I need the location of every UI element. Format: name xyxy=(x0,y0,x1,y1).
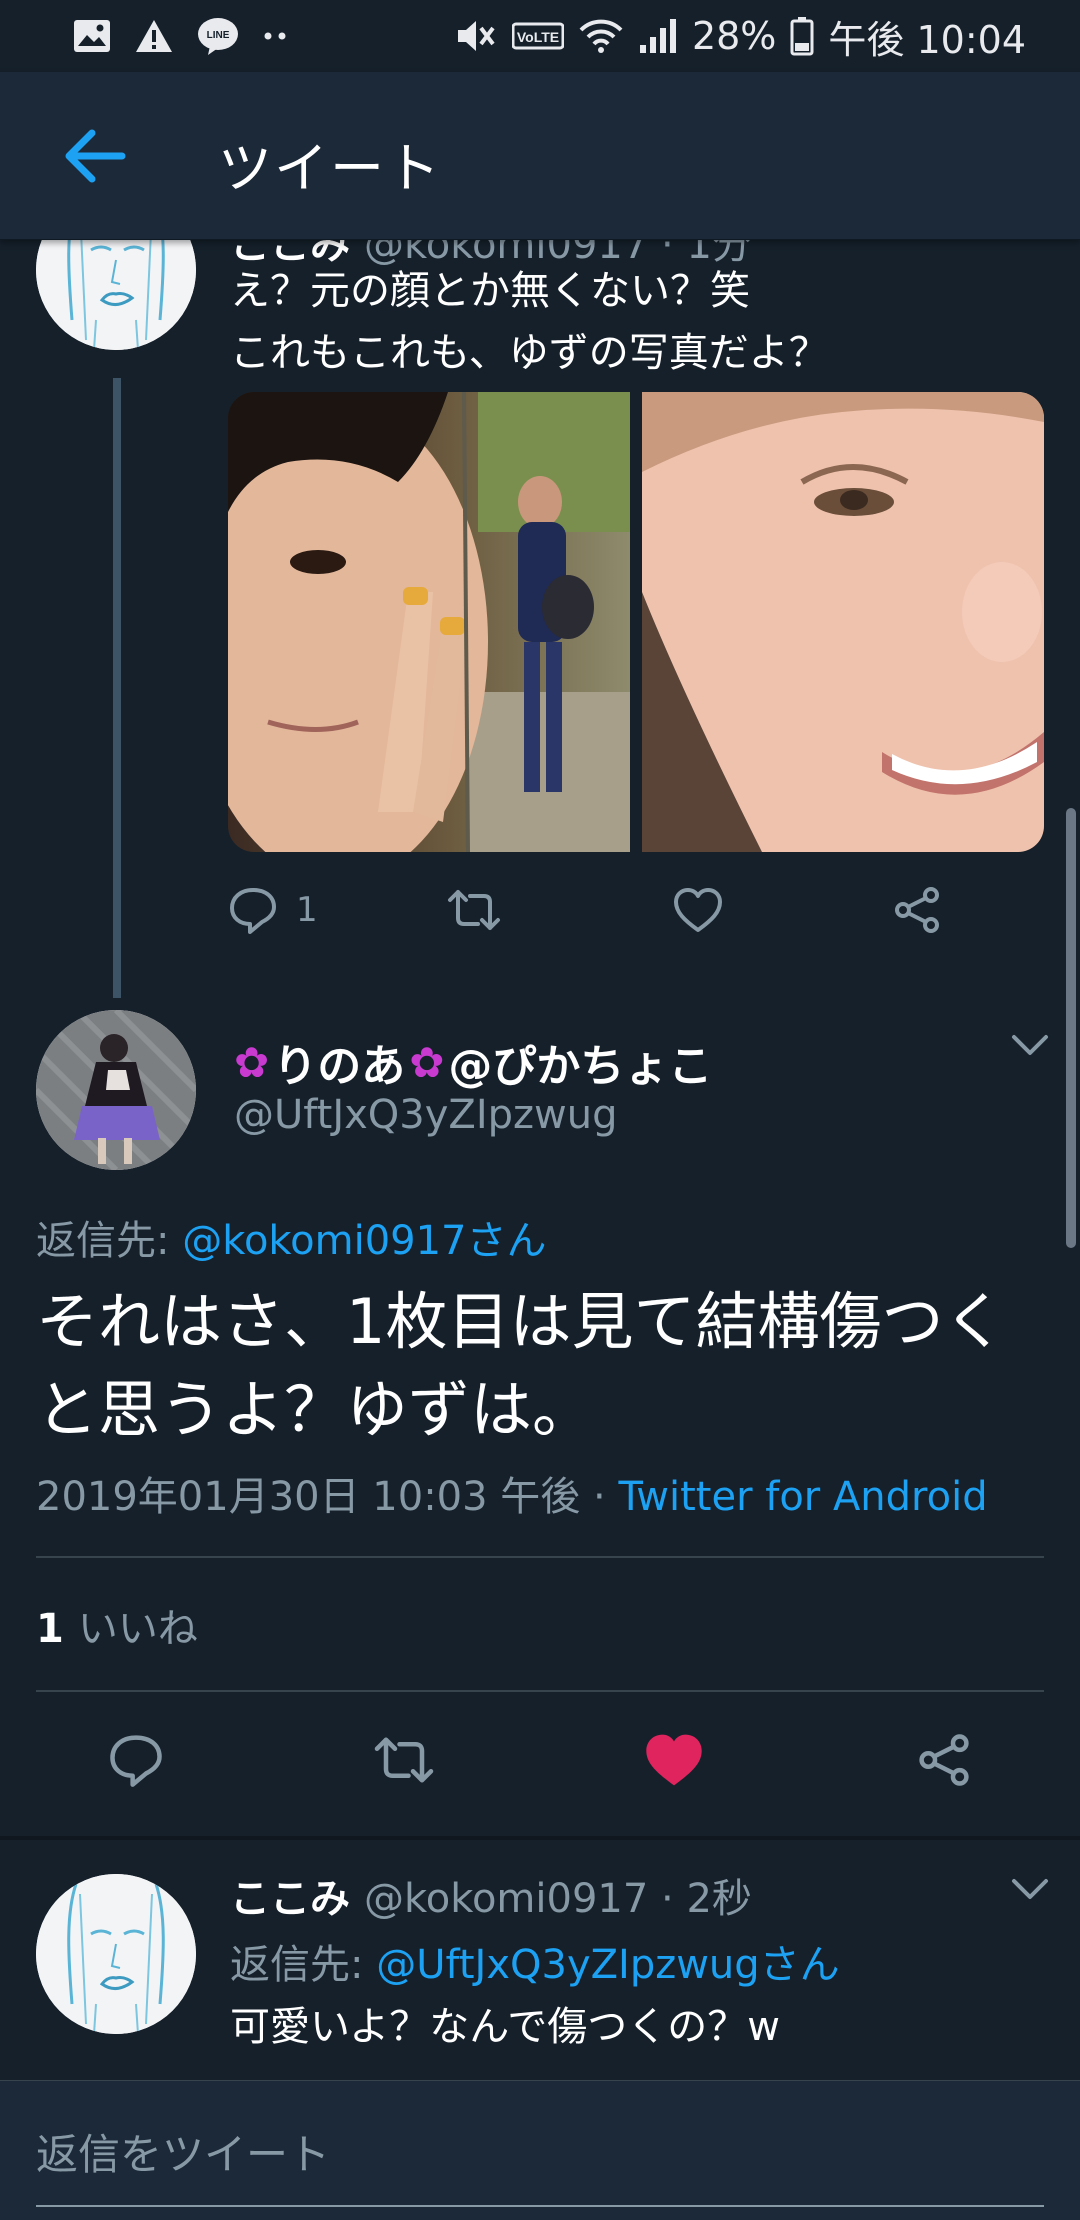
reply-tweet-header: ここみ @kokomi0917 · 2秒 xyxy=(230,1866,752,1924)
previous-tweet[interactable]: ここみ @kokomi0917 · 1分 え？元の顔とか無くない？笑 これもこれも… xyxy=(0,240,1080,1000)
compose-bar: 返信をツイート xyxy=(0,2080,1080,2220)
media-grid xyxy=(228,392,1044,852)
more-dots-icon xyxy=(262,31,292,41)
source-link[interactable]: Twitter for Android xyxy=(618,1474,987,1520)
main-tweet-name: ✿ りのあ ✿ @ぴかちょこ xyxy=(234,1030,712,1094)
reply-tweet-reply-to: 返信先: @UftJxQ3yZIpzwugさん xyxy=(230,1932,840,1990)
previous-like-button[interactable] xyxy=(672,886,724,934)
app-bar: ツイート xyxy=(0,72,1080,240)
avatar[interactable] xyxy=(36,240,196,350)
previous-tweet-line: これもこれも、ゆずの写真だよ？ xyxy=(230,330,829,376)
back-arrow-icon xyxy=(65,129,126,183)
divider xyxy=(36,1556,1044,1558)
section-separator xyxy=(0,1836,1080,1840)
display-name-suffix: @ぴかちょこ xyxy=(448,1041,713,1092)
reply-tweet-text: 可愛いよ？なんで傷つくの？w xyxy=(230,2004,780,2050)
previous-retweet-button[interactable] xyxy=(446,886,502,934)
line-icon: LINE xyxy=(196,16,240,56)
reply-to-label: 返信先: xyxy=(230,1942,377,1988)
share-button[interactable] xyxy=(904,1720,984,1800)
back-button[interactable] xyxy=(58,120,130,192)
previous-tweet-text: え？元の顔とか無くない？笑 これもこれも、ゆずの写真だよ？ xyxy=(230,260,829,384)
main-tweet-actions xyxy=(0,1720,1080,1800)
status-bar: LINE VoLTE 28% 午後 10:04 xyxy=(0,0,1080,72)
share-icon xyxy=(895,887,939,933)
previous-share-button[interactable] xyxy=(892,886,942,934)
sketch-portrait-icon xyxy=(36,240,196,350)
battery-icon xyxy=(790,16,814,56)
clock: 午後 10:04 xyxy=(828,17,1026,62)
share-icon xyxy=(919,1734,969,1786)
tweet-meta: 2019年01月30日 10:03 午後 · Twitter for Andro… xyxy=(36,1464,988,1522)
previous-tweet-actions: 1 xyxy=(228,880,958,940)
previous-tweet-line: え？元の顔とか無くない？笑 xyxy=(230,268,750,314)
image-icon xyxy=(72,18,112,54)
sketch-portrait-icon xyxy=(36,1874,196,2034)
media-photo-1[interactable] xyxy=(228,392,630,852)
reply-to-link[interactable]: @UftJxQ3yZIpzwugさん xyxy=(376,1942,839,1988)
like-count-label: いいね xyxy=(77,1606,198,1652)
reply-to-link[interactable]: @kokomi0917さん xyxy=(182,1218,546,1264)
mute-icon xyxy=(454,16,498,56)
reply-tweet-handle: @kokomi0917 · 2秒 xyxy=(364,1876,752,1922)
like-button[interactable] xyxy=(634,1720,714,1800)
tweet-detail-screen: LINE VoLTE 28% 午後 10:04 ツイート ここみ @kokomi… xyxy=(0,0,1080,2220)
clover-icon: ✿ xyxy=(409,1037,445,1087)
chevron-down-icon xyxy=(1012,1879,1048,1899)
volte-label: VoLTE xyxy=(517,29,559,45)
display-name: りのあ xyxy=(273,1041,406,1092)
page-title: ツイート xyxy=(218,137,442,200)
reply-tweet-name: ここみ xyxy=(230,1876,350,1922)
reply-tweet-menu-button[interactable] xyxy=(1010,1876,1050,1906)
avatar[interactable] xyxy=(36,1010,196,1170)
previous-reply-count: 1 xyxy=(296,890,318,930)
reply-to-label: 返信先: xyxy=(36,1218,183,1264)
retweet-icon xyxy=(448,890,500,930)
heart-outline-icon xyxy=(674,888,722,932)
like-count-number: 1 xyxy=(36,1606,64,1652)
previous-reply-button[interactable]: 1 xyxy=(228,886,318,934)
retweet-button[interactable] xyxy=(364,1720,444,1800)
chevron-down-icon xyxy=(1012,1035,1048,1055)
heart-filled-icon xyxy=(646,1734,702,1786)
main-reply-to: 返信先: @kokomi0917さん xyxy=(36,1208,547,1266)
profile-photo-icon xyxy=(36,1010,196,1170)
battery-percent: 28% xyxy=(691,14,777,58)
clover-icon: ✿ xyxy=(234,1037,270,1087)
wifi-icon xyxy=(578,16,624,56)
volte-icon: VoLTE xyxy=(511,21,564,51)
scrollbar[interactable] xyxy=(1066,808,1076,1248)
divider xyxy=(36,1690,1044,1692)
reply-button[interactable] xyxy=(96,1720,176,1800)
likes-count[interactable]: 1 いいね xyxy=(36,1596,198,1654)
warning-icon xyxy=(134,18,174,54)
reply-icon xyxy=(110,1735,162,1787)
reply-icon xyxy=(230,888,276,934)
avatar[interactable] xyxy=(36,1874,196,2034)
media-photo-2[interactable] xyxy=(642,392,1044,852)
timestamp: 2019年01月30日 10:03 午後 · xyxy=(36,1474,619,1520)
retweet-icon xyxy=(374,1737,434,1783)
line-label: LINE xyxy=(207,30,230,41)
tweet-menu-button[interactable] xyxy=(1010,1032,1050,1062)
reply-compose-input[interactable]: 返信をツイート xyxy=(36,2117,1044,2207)
main-tweet-text: それはさ、1枚目は見て結構傷つくと思うよ？ゆずは。 xyxy=(36,1285,1006,1446)
thread-line xyxy=(113,378,121,998)
signal-icon xyxy=(638,17,678,55)
main-tweet-handle: @UftJxQ3yZIpzwug xyxy=(234,1092,618,1138)
